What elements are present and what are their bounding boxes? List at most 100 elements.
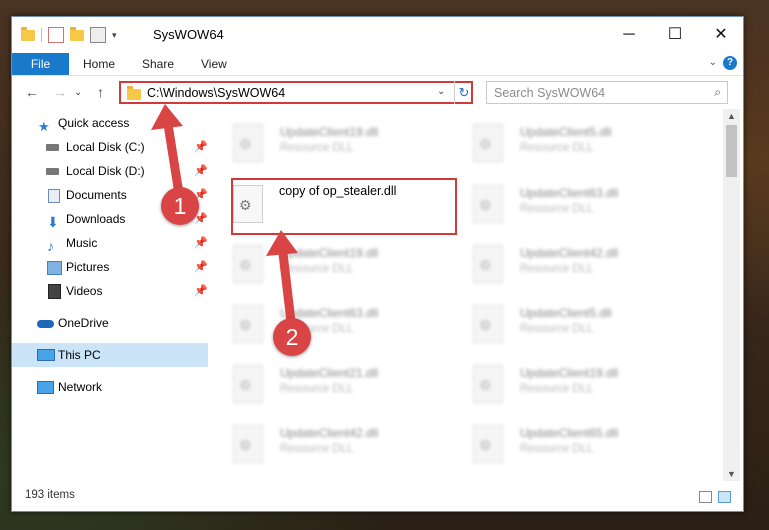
videos-icon (48, 284, 61, 299)
file-item[interactable]: ⚙ UpdateClient63.dll Resource DLL (473, 182, 703, 232)
file-type: Resource DLL (280, 383, 354, 395)
up-button[interactable]: ↑ (97, 84, 104, 100)
file-highlight-box (231, 178, 457, 235)
new-folder-icon[interactable] (70, 26, 84, 41)
cloud-icon (37, 320, 54, 328)
dll-file-icon: ⚙ (233, 365, 263, 403)
pin-icon[interactable]: 📌 (194, 255, 208, 279)
minimize-button[interactable]: ─ (606, 17, 652, 53)
status-bar: 193 items (12, 483, 743, 511)
file-explorer-window: ▾ SysWOW64 ─ ☐ ✕ File Home Share View ⌄ … (11, 16, 744, 512)
scrollbar-thumb[interactable] (726, 125, 737, 177)
sidebar-item-label: Pictures (66, 260, 110, 274)
address-dropdown-icon[interactable]: ⌄ (437, 86, 445, 97)
sidebar-item-local-disk-d[interactable]: Local Disk (D:) 📌 (12, 159, 208, 183)
search-input[interactable]: Search SysWOW64 (494, 86, 605, 100)
back-button[interactable]: ← (25, 84, 39, 100)
navigation-pane: ★ Quick access Local Disk (C:) 📌 Local D… (12, 109, 208, 481)
sidebar-item-label: OneDrive (58, 316, 109, 330)
help-icon[interactable]: ? (723, 56, 737, 70)
pictures-icon (47, 261, 62, 275)
file-type: Resource DLL (520, 203, 594, 215)
sidebar-item-label: Quick access (58, 116, 130, 130)
file-item[interactable]: ⚙ UpdateClient42.dll Resource DLL (233, 422, 463, 472)
scroll-down-icon[interactable]: ▼ (727, 469, 736, 479)
refresh-button[interactable]: ↻ (454, 81, 473, 104)
downloads-icon: ⬇ (47, 214, 59, 230)
dll-file-icon: ⚙ (473, 305, 503, 343)
folder-icon (127, 86, 141, 100)
file-name: UpdateClient19.dll (520, 366, 619, 380)
file-item[interactable]: ⚙ UpdateClient19.dll Resource DLL (233, 242, 463, 292)
scroll-up-icon[interactable]: ▲ (727, 111, 736, 121)
file-item[interactable]: ⚙ UpdateClient65.dll Resource DLL (473, 422, 703, 472)
search-icon[interactable]: ⌕ (714, 85, 721, 100)
drive-icon (46, 144, 59, 151)
search-box[interactable]: Search SysWOW64 ⌕ (486, 81, 728, 104)
file-item[interactable]: ⚙ UpdateClient42.dll Resource DLL (473, 242, 703, 292)
sidebar-item-videos[interactable]: Videos 📌 (12, 279, 208, 303)
file-list: ⚙ UpdateClient19.dll Resource DLL ⚙ copy… (209, 109, 723, 481)
sidebar-item-label: Downloads (66, 212, 126, 226)
dll-file-icon: ⚙ (233, 124, 263, 162)
tab-home[interactable]: Home (83, 53, 115, 75)
file-type: Resource DLL (520, 443, 594, 455)
folder-icon (21, 26, 35, 41)
sidebar-item-onedrive[interactable]: OneDrive (12, 311, 208, 335)
file-item[interactable]: ⚙ UpdateClient63.dll Resource DLL (233, 302, 463, 352)
pin-icon[interactable]: 📌 (194, 279, 208, 303)
customize-toolbar-icon[interactable]: ▾ (112, 30, 117, 41)
sidebar-item-quick-access[interactable]: ★ Quick access (12, 111, 208, 135)
maximize-button[interactable]: ☐ (652, 17, 698, 53)
file-name: UpdateClient65.dll (520, 426, 619, 440)
sidebar-item-music[interactable]: ♪ Music 📌 (12, 231, 208, 255)
file-name: UpdateClient42.dll (520, 246, 619, 260)
file-type: Resource DLL (280, 142, 354, 154)
music-icon: ♪ (47, 238, 54, 254)
tab-view[interactable]: View (201, 53, 227, 75)
large-icons-view-icon[interactable] (718, 491, 731, 503)
computer-icon (37, 349, 55, 361)
pin-icon[interactable]: 📌 (194, 135, 208, 159)
address-bar[interactable]: C:\Windows\SysWOW64 ⌄ ↻ (119, 81, 473, 104)
view-options-icon[interactable] (90, 27, 106, 43)
pin-icon[interactable]: 📌 (194, 231, 208, 255)
file-item[interactable]: ⚙ UpdateClient5.dll Resource DLL (473, 121, 703, 171)
sidebar-item-label: Videos (66, 284, 103, 298)
sidebar-item-label: This PC (58, 348, 101, 362)
file-name: UpdateClient42.dll (280, 426, 379, 440)
file-item[interactable]: ⚙ UpdateClient19.dll Resource DLL (473, 362, 703, 412)
recent-locations-button[interactable]: ⌄ (74, 87, 82, 98)
file-item[interactable]: ⚙ UpdateClient19.dll Resource DLL (233, 121, 463, 171)
file-item[interactable]: ⚙ UpdateClient5.dll Resource DLL (473, 302, 703, 352)
close-button[interactable]: ✕ (698, 17, 743, 53)
file-name: UpdateClient5.dll (520, 125, 612, 139)
sidebar-item-this-pc[interactable]: This PC (12, 343, 208, 367)
tab-file[interactable]: File (12, 53, 69, 75)
properties-icon[interactable] (48, 27, 64, 43)
address-path[interactable]: C:\Windows\SysWOW64 (147, 86, 285, 100)
drive-icon (46, 168, 59, 175)
tab-share[interactable]: Share (142, 53, 174, 75)
sidebar-item-network[interactable]: Network (12, 375, 208, 399)
dll-file-icon: ⚙ (233, 425, 263, 463)
details-view-icon[interactable] (699, 491, 712, 503)
file-type: Resource DLL (520, 323, 594, 335)
file-name: UpdateClient5.dll (520, 306, 612, 320)
file-type: Resource DLL (280, 443, 354, 455)
sidebar-item-pictures[interactable]: Pictures 📌 (12, 255, 208, 279)
window-title: SysWOW64 (153, 27, 224, 42)
pin-icon[interactable]: 📌 (194, 159, 208, 183)
vertical-scrollbar[interactable]: ▲ ▼ (723, 109, 740, 481)
ribbon-tabs: File Home Share View ⌄ ? (12, 53, 743, 76)
title-bar: ▾ SysWOW64 ─ ☐ ✕ (12, 17, 743, 53)
star-icon: ★ (38, 119, 50, 134)
file-name: UpdateClient19.dll (280, 125, 379, 139)
file-name: UpdateClient19.dll (280, 246, 379, 260)
sidebar-item-local-disk-c[interactable]: Local Disk (C:) 📌 (12, 135, 208, 159)
sidebar-item-label: Music (66, 236, 98, 250)
expand-ribbon-icon[interactable]: ⌄ (709, 57, 717, 68)
file-item[interactable]: ⚙ UpdateClient21.dll Resource DLL (233, 362, 463, 412)
forward-button[interactable]: → (53, 84, 67, 100)
dll-file-icon: ⚙ (473, 365, 503, 403)
